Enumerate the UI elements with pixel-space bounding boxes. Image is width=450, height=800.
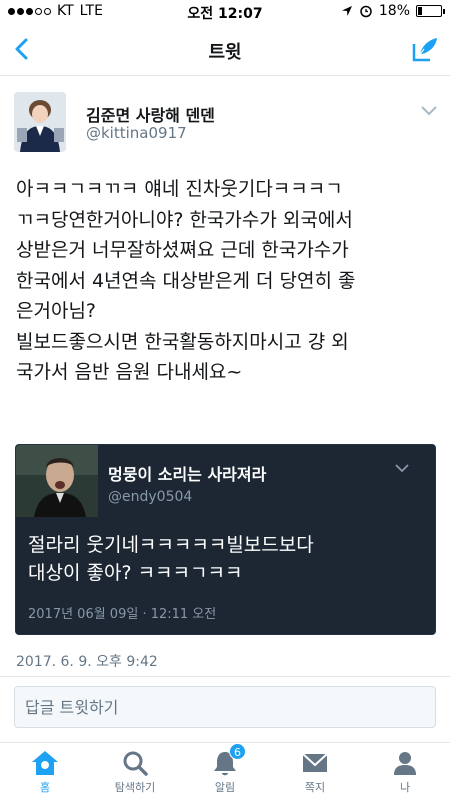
quoted-tweet-card[interactable]: 멍뭉이 소리는 사라져라 @endy0504 절라리 웃기네ㅋㅋㅋㅋㅋ빌보드보다… [15, 444, 436, 635]
tweet-timestamp: 2017. 6. 9. 오후 9:42 [16, 654, 158, 670]
tab-search[interactable]: 탐색하기 [95, 749, 175, 795]
quoted-author-name: 멍뭉이 소리는 사라져라 [108, 465, 267, 484]
tweet-text: 아ㅋㅋㄱㅋㄲㅋ 얘네 진차웃기다ㅋㅋㅋㄱ ㄲㅋ당연한거아니야? 한국가수가 외국… [16, 178, 356, 383]
tab-notifications[interactable]: 6 알림 [185, 743, 265, 795]
author-name[interactable]: 김준면 사랑해 덴덴 [86, 102, 215, 126]
chevron-down-icon[interactable] [395, 463, 409, 473]
tab-messages[interactable]: 쪽지 [275, 749, 355, 795]
reply-box[interactable] [14, 686, 436, 728]
envelope-icon [302, 753, 328, 772]
tab-me[interactable]: 나 [365, 749, 445, 795]
tab-messages-label: 쪽지 [304, 781, 326, 794]
alarm-icon [360, 5, 372, 18]
tab-notifications-label: 알림 [214, 781, 236, 794]
chevron-down-icon[interactable] [420, 104, 438, 118]
author-handle[interactable]: @kittina0917 [86, 124, 187, 142]
battery-icon [416, 5, 445, 17]
tab-search-label: 탐색하기 [114, 781, 156, 794]
quoted-author-avatar [16, 445, 98, 517]
battery-percent: 18% [378, 3, 410, 19]
author-avatar[interactable] [14, 92, 66, 152]
notification-badge: 6 [229, 743, 246, 760]
tab-home[interactable]: 홈 [5, 749, 85, 795]
person-icon [394, 752, 416, 775]
tab-home-label: 홈 [39, 781, 51, 794]
location-icon [341, 6, 352, 16]
tab-me-label: 나 [399, 781, 411, 794]
navigation-bar: 트윗 [0, 24, 450, 76]
search-icon [123, 751, 148, 776]
page-title: 트윗 [208, 42, 242, 63]
home-icon [32, 751, 58, 775]
quoted-author-handle: @endy0504 [108, 489, 193, 505]
quoted-tweet-timestamp: 2017년 06월 09일 · 12:11 오전 [28, 607, 217, 622]
divider [0, 676, 450, 677]
quoted-tweet-text: 절라리 웃기네ㅋㅋㅋㅋㅋ빌보드보다 대상이 좋아? ㅋㅋㅋㄱㅋㅋ [28, 534, 314, 584]
status-bar: KT LTE 오전 12:07 18% [0, 0, 450, 24]
bottom-tab-bar: 홈 탐색하기 6 알림 쪽지 나 [0, 742, 450, 800]
reply-input[interactable] [15, 687, 435, 727]
compose-tweet-icon[interactable] [410, 34, 440, 64]
